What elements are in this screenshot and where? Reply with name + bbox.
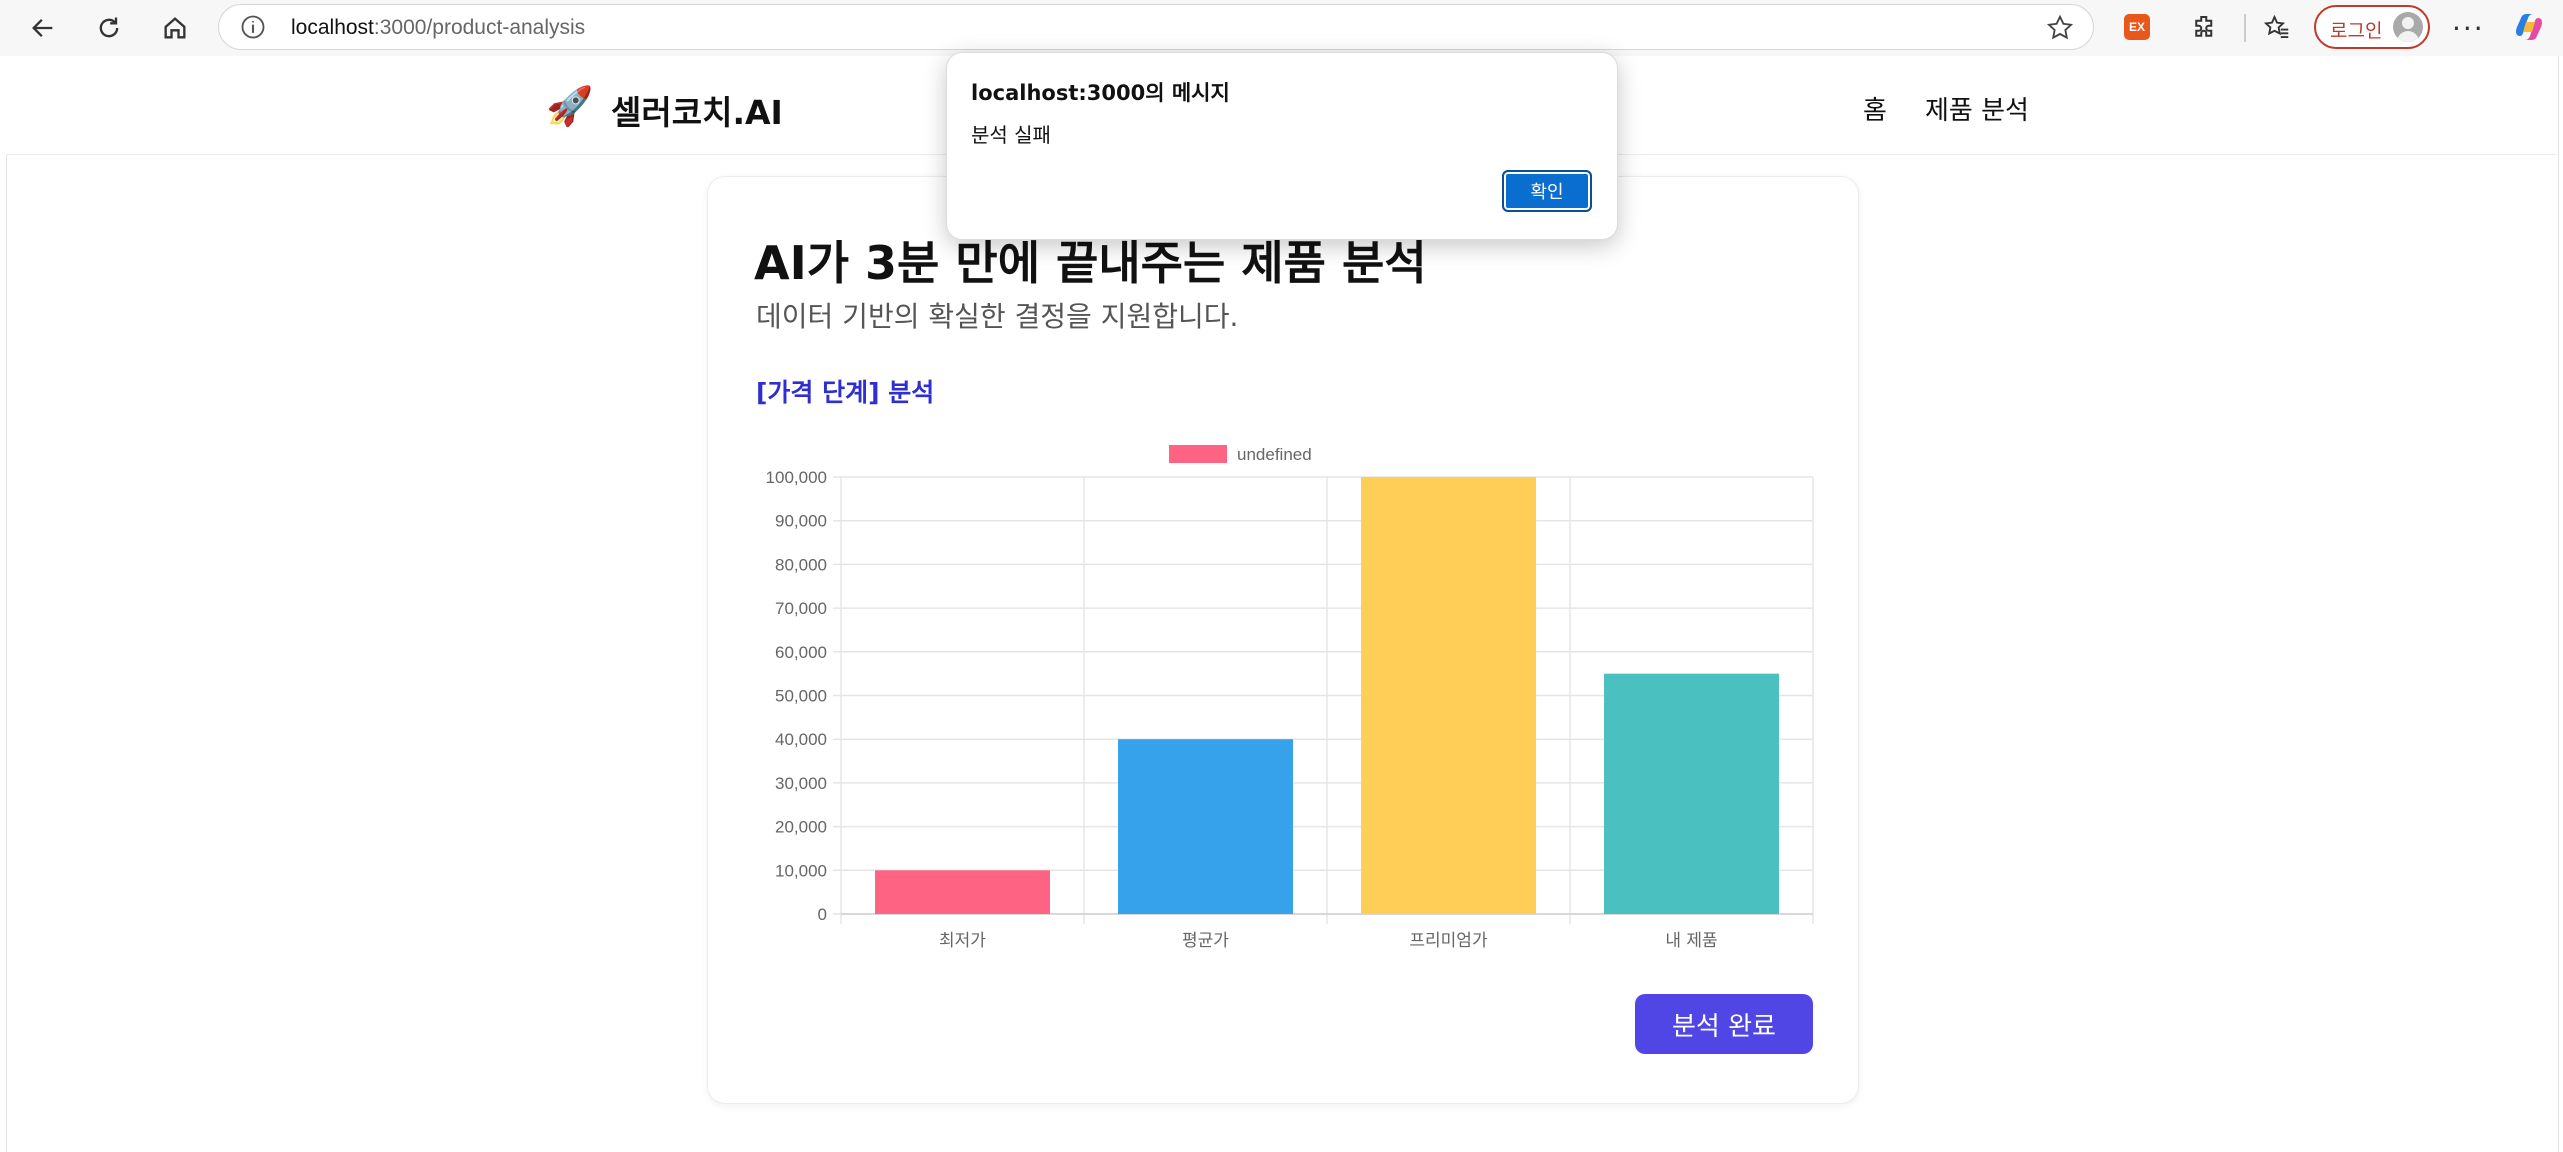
y-tick-label: 10,000 xyxy=(775,861,827,880)
dialog-ok-button[interactable]: 확인 xyxy=(1502,170,1592,212)
y-tick-label: 70,000 xyxy=(775,599,827,618)
more-menu-icon[interactable]: ··· xyxy=(2452,12,2485,45)
x-tick-label: 내 제품 xyxy=(1665,931,1717,951)
copilot-icon[interactable] xyxy=(2512,10,2546,44)
extensions-puzzle-icon[interactable] xyxy=(2190,12,2220,42)
avatar xyxy=(2393,12,2423,42)
dialog-title: localhost:3000의 메시지 xyxy=(971,81,1230,105)
favorites-icon[interactable] xyxy=(2262,12,2292,42)
y-tick-label: 30,000 xyxy=(775,774,827,793)
bar-4 xyxy=(1604,673,1779,914)
x-tick-label: 프리미엄가 xyxy=(1409,931,1488,951)
alert-dialog: localhost:3000의 메시지 분석 실패 확인 xyxy=(946,52,1618,240)
address-bar[interactable]: localhost:3000/product-analysis xyxy=(218,4,2094,50)
dialog-message: 분석 실패 xyxy=(971,123,1051,147)
nav-link-home[interactable]: 홈 xyxy=(1863,90,1887,127)
x-tick-label: 평균가 xyxy=(1182,931,1229,951)
bar-2 xyxy=(1118,739,1293,914)
back-icon[interactable] xyxy=(23,8,63,48)
x-tick-label: 최저가 xyxy=(939,931,986,951)
browser-toolbar: localhost:3000/product-analysis EX 로그인 ·… xyxy=(0,0,2563,56)
bar-3 xyxy=(1361,477,1536,914)
url-text: localhost:3000/product-analysis xyxy=(291,16,586,39)
info-icon[interactable] xyxy=(239,13,267,41)
extension-icon[interactable]: EX xyxy=(2124,14,2150,40)
legend-swatch xyxy=(1169,445,1227,463)
favorite-star-icon[interactable] xyxy=(2045,13,2075,43)
y-tick-label: 0 xyxy=(818,905,827,924)
analysis-complete-button[interactable]: 분석 완료 xyxy=(1635,994,1813,1054)
price-tier-bar-chart: 0 10,000 20,000 30,000 40,000 50,000 60,000 70,… xyxy=(766,445,1814,951)
profile-login-button[interactable]: 로그인 xyxy=(2314,5,2430,49)
y-tick-label: 60,000 xyxy=(775,643,827,662)
brand-name[interactable]: 셀러코치.AI xyxy=(611,86,783,134)
reload-icon[interactable] xyxy=(89,8,129,48)
nav-link-product-analysis[interactable]: 제품 분석 xyxy=(1925,90,2029,127)
toolbar-divider xyxy=(2244,14,2246,42)
y-tick-label: 50,000 xyxy=(775,687,827,706)
bar-1 xyxy=(875,870,1050,914)
y-tick-label: 40,000 xyxy=(775,730,827,749)
y-tick-label: 80,000 xyxy=(775,555,827,574)
home-icon[interactable] xyxy=(155,8,195,48)
analysis-card: AI가 3분 만에 끝내주는 제품 분석 데이터 기반의 확실한 결정을 지원합… xyxy=(707,176,1859,1104)
y-tick-label: 90,000 xyxy=(775,512,827,531)
y-tick-label: 100,000 xyxy=(766,468,827,487)
y-tick-label: 20,000 xyxy=(775,818,827,837)
legend-label: undefined xyxy=(1237,445,1312,464)
rocket-icon: 🚀 xyxy=(546,84,594,128)
